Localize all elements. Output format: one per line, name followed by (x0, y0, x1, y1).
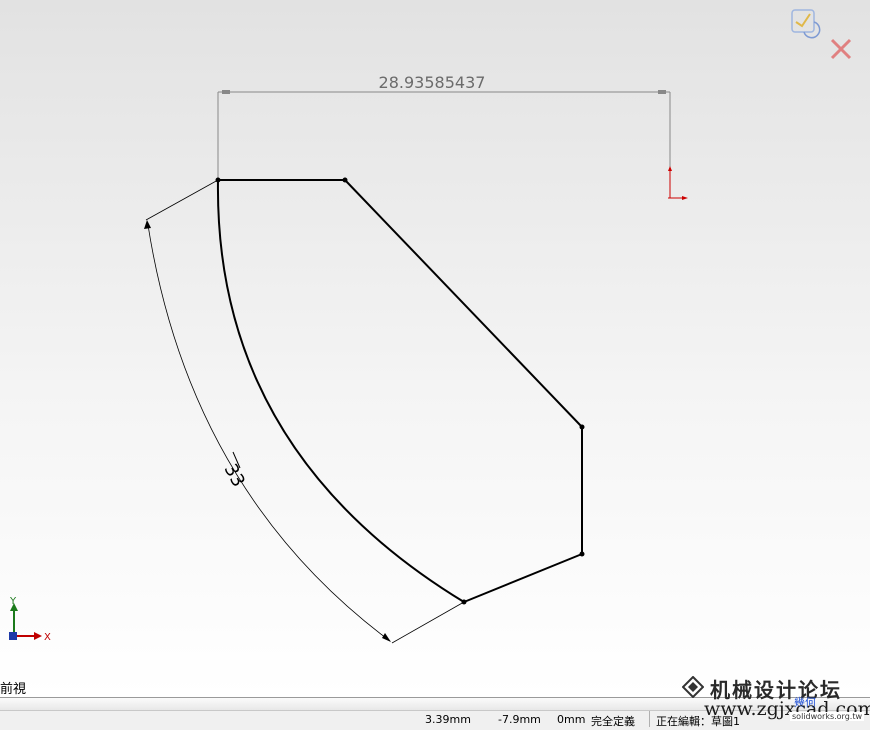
axis-label-x: X (44, 632, 51, 643)
diagonal-edge[interactable] (344, 179, 583, 428)
cursor-z: 0mm (557, 713, 586, 726)
cursor-x: 3.39mm (425, 713, 471, 726)
view-orientation-label: 前視 (0, 682, 27, 697)
sketch-origin (668, 166, 688, 200)
source-site: solidworks.org.tw (790, 712, 864, 721)
sketch-status: 完全定義 (591, 715, 635, 728)
sketch-points[interactable] (215, 177, 585, 605)
arc-length-dimension[interactable]: 33 (144, 179, 465, 644)
forum-logo-icon (682, 676, 704, 698)
horizontal-dimension-value[interactable]: 28.93585437 (379, 73, 486, 92)
sketch-profile[interactable] (216, 179, 583, 603)
close-icon[interactable] (830, 38, 852, 60)
sketch-exit-icon[interactable] (791, 9, 821, 39)
sketch-canvas[interactable]: 28.93585437 33 Y X (0, 0, 870, 697)
confirmation-corner[interactable] (790, 6, 856, 66)
left-arc[interactable] (216, 179, 465, 603)
axis-label-y: Y (9, 596, 17, 607)
status-separator (649, 711, 650, 727)
graphics-viewport[interactable]: 28.93585437 33 Y X 前視 (0, 0, 870, 697)
forum-watermark: 机械设计论坛 幾何 www.zgjxcad.com solidworks.org… (682, 672, 870, 729)
horizontal-dimension[interactable]: 28.93585437 (217, 73, 671, 180)
cursor-y: -7.9mm (498, 713, 541, 726)
arc-dimension-value[interactable]: 33 (220, 460, 249, 490)
view-triad: Y X (9, 596, 51, 643)
bottom-edge[interactable] (463, 553, 583, 603)
